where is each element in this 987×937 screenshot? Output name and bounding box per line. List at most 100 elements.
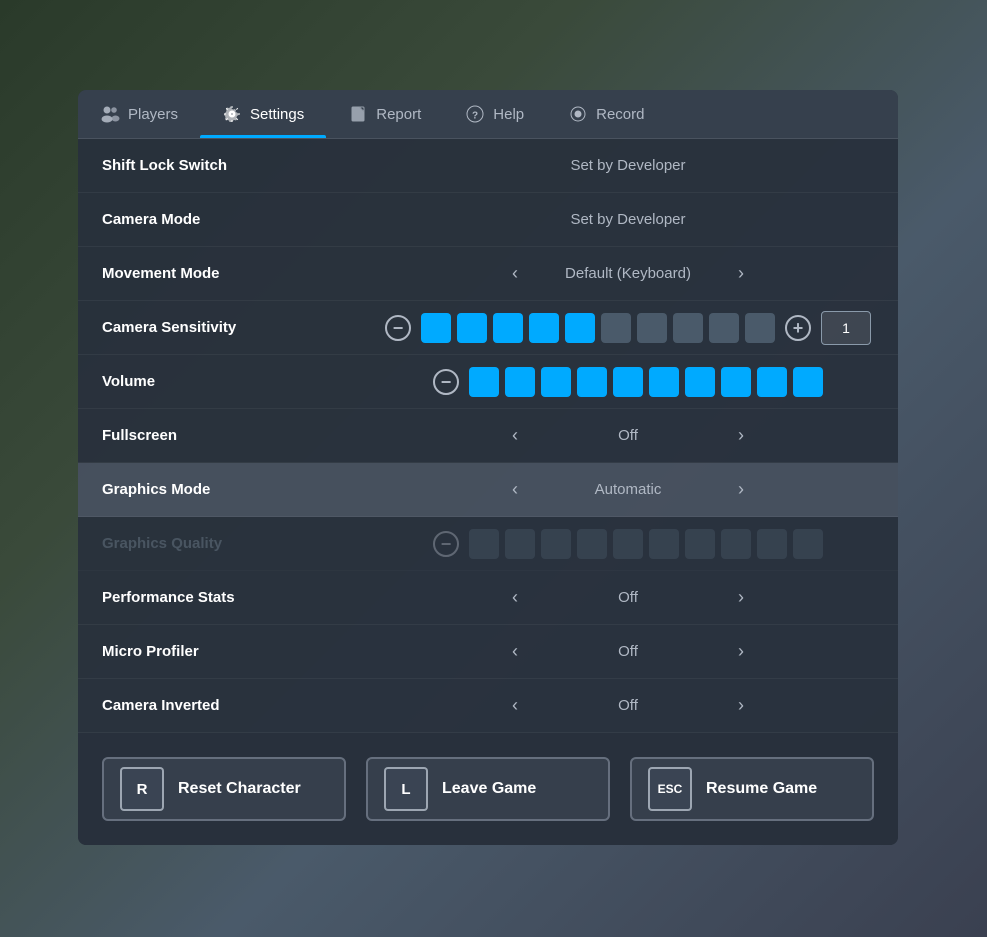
micro-profiler-control: ‹ Off › [382,637,874,666]
movement-mode-prev[interactable]: ‹ [504,259,526,288]
setting-row-camera-mode: Camera Mode Set by Developer [78,193,898,247]
tab-players-label: Players [128,106,178,123]
help-icon: ? [465,104,485,124]
movement-mode-value: Default (Keyboard) [538,265,718,282]
tab-report-label: Report [376,106,421,123]
reset-character-button[interactable]: R Reset Character [102,757,346,821]
micro-profiler-prev[interactable]: ‹ [504,637,526,666]
vol-dot-3 [541,367,571,397]
camera-inverted-value: Off [538,697,718,714]
movement-mode-next[interactable]: › [730,259,752,288]
tab-settings[interactable]: Settings [200,90,326,138]
reset-character-key: R [120,767,164,811]
micro-profiler-label: Micro Profiler [102,643,382,660]
gq-dot-9 [757,529,787,559]
fullscreen-label: Fullscreen [102,427,382,444]
gq-dot-2 [505,529,535,559]
camera-mode-value: Set by Developer [538,211,718,228]
camera-inverted-label: Camera Inverted [102,697,382,714]
fullscreen-prev[interactable]: ‹ [504,421,526,450]
vol-dot-5 [613,367,643,397]
dot-8 [673,313,703,343]
performance-stats-control: ‹ Off › [382,583,874,612]
fullscreen-value: Off [538,427,718,444]
players-icon [100,104,120,124]
vol-dot-4 [577,367,607,397]
setting-row-camera-sensitivity: Camera Sensitivity − [78,301,898,355]
report-icon [348,104,368,124]
graphics-quality-dots [469,529,823,559]
leave-game-key: L [384,767,428,811]
leave-game-button[interactable]: L Leave Game [366,757,610,821]
camera-inverted-prev[interactable]: ‹ [504,691,526,720]
graphics-quality-minus: − [433,531,459,557]
tab-help-label: Help [493,106,524,123]
dot-10 [745,313,775,343]
camera-mode-label: Camera Mode [102,211,382,228]
volume-label: Volume [102,373,382,390]
setting-row-micro-profiler: Micro Profiler ‹ Off › [78,625,898,679]
camera-inverted-next[interactable]: › [730,691,752,720]
performance-stats-value: Off [538,589,718,606]
setting-row-camera-inverted: Camera Inverted ‹ Off › [78,679,898,733]
graphics-mode-next[interactable]: › [730,475,752,504]
volume-control: − [382,367,874,397]
micro-profiler-next[interactable]: › [730,637,752,666]
tab-help[interactable]: ? Help [443,90,546,138]
shift-lock-control: Set by Developer [382,157,874,174]
gq-dot-4 [577,529,607,559]
settings-icon [222,104,242,124]
camera-sensitivity-input[interactable] [821,311,871,345]
vol-dot-10 [793,367,823,397]
vol-dot-1 [469,367,499,397]
camera-sensitivity-slider: − + [385,311,871,345]
shift-lock-value: Set by Developer [538,157,718,174]
tab-players[interactable]: Players [78,90,200,138]
movement-mode-label: Movement Mode [102,265,382,282]
volume-minus[interactable]: − [433,369,459,395]
menu-container: Players Settings [78,90,898,845]
tab-bar: Players Settings [78,90,898,139]
graphics-mode-control: ‹ Automatic › [382,475,874,504]
graphics-mode-value: Automatic [538,481,718,498]
vol-dot-6 [649,367,679,397]
reset-character-label: Reset Character [178,780,301,798]
dot-7 [637,313,667,343]
vol-dot-2 [505,367,535,397]
dot-9 [709,313,739,343]
setting-row-movement-mode: Movement Mode ‹ Default (Keyboard) › [78,247,898,301]
graphics-quality-control: − [382,529,874,559]
fullscreen-next[interactable]: › [730,421,752,450]
tab-report[interactable]: Report [326,90,443,138]
gq-dot-10 [793,529,823,559]
camera-sensitivity-plus[interactable]: + [785,315,811,341]
fullscreen-control: ‹ Off › [382,421,874,450]
dot-3 [493,313,523,343]
gq-dot-1 [469,529,499,559]
tab-record[interactable]: Record [546,90,666,138]
gq-dot-3 [541,529,571,559]
dot-5 [565,313,595,343]
gq-dot-7 [685,529,715,559]
volume-dots [469,367,823,397]
gq-dot-5 [613,529,643,559]
tab-settings-label: Settings [250,106,304,123]
setting-row-performance-stats: Performance Stats ‹ Off › [78,571,898,625]
graphics-quality-slider: − [433,529,823,559]
setting-row-shift-lock: Shift Lock Switch Set by Developer [78,139,898,193]
resume-game-button[interactable]: ESC Resume Game [630,757,874,821]
camera-sensitivity-control: − + [382,311,874,345]
record-icon [568,104,588,124]
resume-game-label: Resume Game [706,780,817,798]
bottom-buttons: R Reset Character L Leave Game ESC Resum… [78,733,898,845]
shift-lock-label: Shift Lock Switch [102,157,382,174]
performance-stats-prev[interactable]: ‹ [504,583,526,612]
dot-2 [457,313,487,343]
dot-4 [529,313,559,343]
volume-slider: − [433,367,823,397]
setting-row-fullscreen: Fullscreen ‹ Off › [78,409,898,463]
performance-stats-next[interactable]: › [730,583,752,612]
graphics-mode-prev[interactable]: ‹ [504,475,526,504]
vol-dot-8 [721,367,751,397]
camera-sensitivity-minus[interactable]: − [385,315,411,341]
